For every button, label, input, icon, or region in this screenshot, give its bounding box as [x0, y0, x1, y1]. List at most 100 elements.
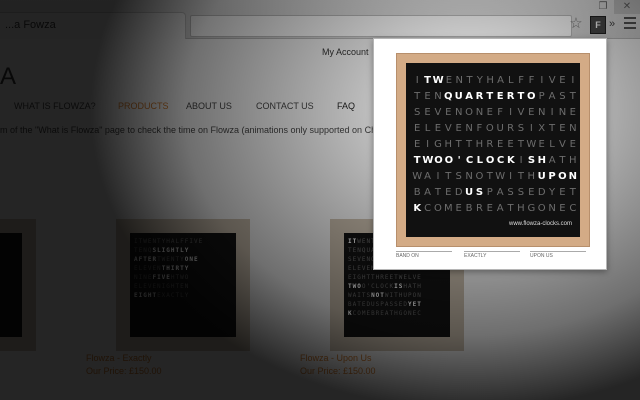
- clock-letter: K: [506, 155, 515, 166]
- option-band-on[interactable]: BAND ON: [396, 253, 419, 259]
- clock-letter: D: [454, 187, 463, 198]
- clock-letter: Q: [444, 91, 453, 102]
- clock-letter: C: [424, 203, 432, 214]
- clock-letter: P: [538, 91, 545, 102]
- clock-letter: V: [444, 123, 452, 134]
- clock-letter: T: [424, 75, 431, 86]
- close-window-button[interactable]: ✕: [614, 0, 640, 14]
- clock-letter: E: [424, 107, 431, 118]
- clock-letter: O: [434, 203, 442, 214]
- product-image[interactable]: [0, 219, 36, 351]
- clock-letter: I: [436, 171, 440, 182]
- clock-letter: R: [475, 91, 484, 102]
- flowza-extension-icon[interactable]: F: [590, 16, 606, 34]
- clock-letter: O: [475, 171, 484, 182]
- my-account-link[interactable]: My Account: [322, 47, 369, 57]
- clock-letter: E: [538, 139, 545, 150]
- clock-letter: S: [527, 155, 536, 166]
- option-upon-us[interactable]: UPON US: [530, 253, 553, 259]
- letter-grid: ITWENTYHALFFIVEITENQUARTERTOPASTSEVENONE…: [412, 73, 578, 217]
- product-name[interactable]: Flowza - Exactly: [86, 353, 152, 363]
- clock-letter: T: [517, 171, 524, 182]
- clock-letter: P: [486, 187, 493, 198]
- nav-faq[interactable]: FAQ: [337, 101, 355, 111]
- letter-row: EIGHTTHREETWELVE: [412, 137, 578, 153]
- star-icon[interactable]: ☆: [568, 16, 584, 32]
- clock-letter: G: [434, 139, 442, 150]
- product-name[interactable]: Flowza - Upon Us: [300, 353, 372, 363]
- clock-letter: T: [486, 171, 493, 182]
- clock-letter: N: [465, 171, 473, 182]
- clock-letter: T: [507, 203, 514, 214]
- clock-letter: N: [434, 91, 442, 102]
- clock-letter: A: [465, 91, 473, 102]
- option-exactly[interactable]: EXACTLY: [464, 253, 486, 259]
- clock-letter: T: [569, 187, 576, 198]
- nav-products[interactable]: PRODUCTS: [118, 101, 169, 111]
- letter-row: WAITSNOTWITHUPON: [412, 169, 578, 185]
- clock-letter: H: [444, 139, 453, 150]
- notice-text: m of the "What is Flowza" page to check …: [0, 125, 413, 135]
- clock-letter: W: [412, 171, 423, 182]
- clock-letter: O: [485, 155, 495, 166]
- clock-letter: T: [413, 155, 421, 166]
- clock-letter: B: [413, 187, 421, 198]
- clock-letter: E: [496, 91, 504, 102]
- clock-letter: N: [475, 107, 484, 118]
- clock-letter: V: [517, 107, 525, 118]
- clock-letter: E: [528, 187, 535, 198]
- clock-letter: B: [465, 203, 473, 214]
- clock-letter: E: [559, 75, 566, 86]
- product-image[interactable]: ITWENTYHALFFIVE TENQSLIGHTLY AFTERTWENTYON…: [116, 219, 250, 351]
- clock-letter: C: [496, 155, 505, 166]
- clock-letter: W: [495, 171, 506, 182]
- clock-letter: O: [537, 203, 546, 214]
- clock-letter: L: [508, 75, 514, 86]
- chevron-right-icon[interactable]: »: [609, 15, 619, 33]
- clock-letter: U: [454, 91, 463, 102]
- extension-popup: ITWENTYHALFFIVEITENQUARTERTOPASTSEVENONE…: [373, 38, 607, 270]
- letter-row: KCOMEBREATHGONEC: [412, 201, 578, 217]
- clock-letter: E: [414, 139, 421, 150]
- menu-icon[interactable]: [624, 17, 636, 30]
- letter-row: ELEVENFOURSIXTEN: [412, 121, 578, 137]
- nav-contact-us[interactable]: CONTACT US: [256, 101, 314, 111]
- letter-row: SEVENONEFIVENINE: [412, 105, 578, 121]
- clock-letter: S: [559, 91, 566, 102]
- product-price: Our Price: £150.00: [300, 366, 376, 376]
- clock-letter: E: [424, 91, 431, 102]
- clock-letter: N: [558, 107, 567, 118]
- clock-letter: A: [496, 203, 504, 214]
- restore-window-button[interactable]: ❐: [592, 0, 614, 14]
- nav-what-is-flowza[interactable]: WHAT IS FLOWZA?: [14, 101, 96, 111]
- word-clock-face: ITWENTYHALFFIVEITENQUARTERTOPASTSEVENONE…: [406, 63, 580, 237]
- clock-letter: U: [537, 171, 546, 182]
- clock-letter: A: [496, 187, 504, 198]
- clock-letter: I: [519, 155, 523, 166]
- clock-letter: O: [527, 91, 536, 102]
- option-underline: [396, 251, 452, 252]
- clock-letter: T: [434, 187, 441, 198]
- address-bar[interactable]: [190, 15, 572, 37]
- product-price: Our Price: £150.00: [86, 366, 162, 376]
- clock-letter: H: [569, 155, 577, 166]
- clock-letter: K: [413, 203, 422, 214]
- clock-letter: S: [507, 187, 514, 198]
- clock-letter: X: [538, 123, 546, 134]
- clock-letter: T: [517, 91, 525, 102]
- nav-about-us[interactable]: ABOUT US: [186, 101, 232, 111]
- clock-letter: U: [465, 187, 474, 198]
- clock-letter: T: [455, 139, 462, 150]
- clock-letter: T: [569, 91, 576, 102]
- clock-letter: E: [486, 107, 493, 118]
- letter-row: T W O O ' C L O C K I S H A T H: [412, 153, 578, 169]
- clock-letter: N: [465, 123, 473, 134]
- clock-letter: E: [559, 123, 566, 134]
- option-underline: [530, 251, 586, 252]
- letter-row: ITWENTYHALFFIVEI: [412, 73, 578, 89]
- clock-letter: N: [454, 107, 463, 118]
- clock-letter: E: [559, 187, 566, 198]
- clock-letter: H: [486, 75, 494, 86]
- browser-tab[interactable]: ...a Fowza: [0, 12, 186, 39]
- clock-letter: L: [424, 123, 431, 134]
